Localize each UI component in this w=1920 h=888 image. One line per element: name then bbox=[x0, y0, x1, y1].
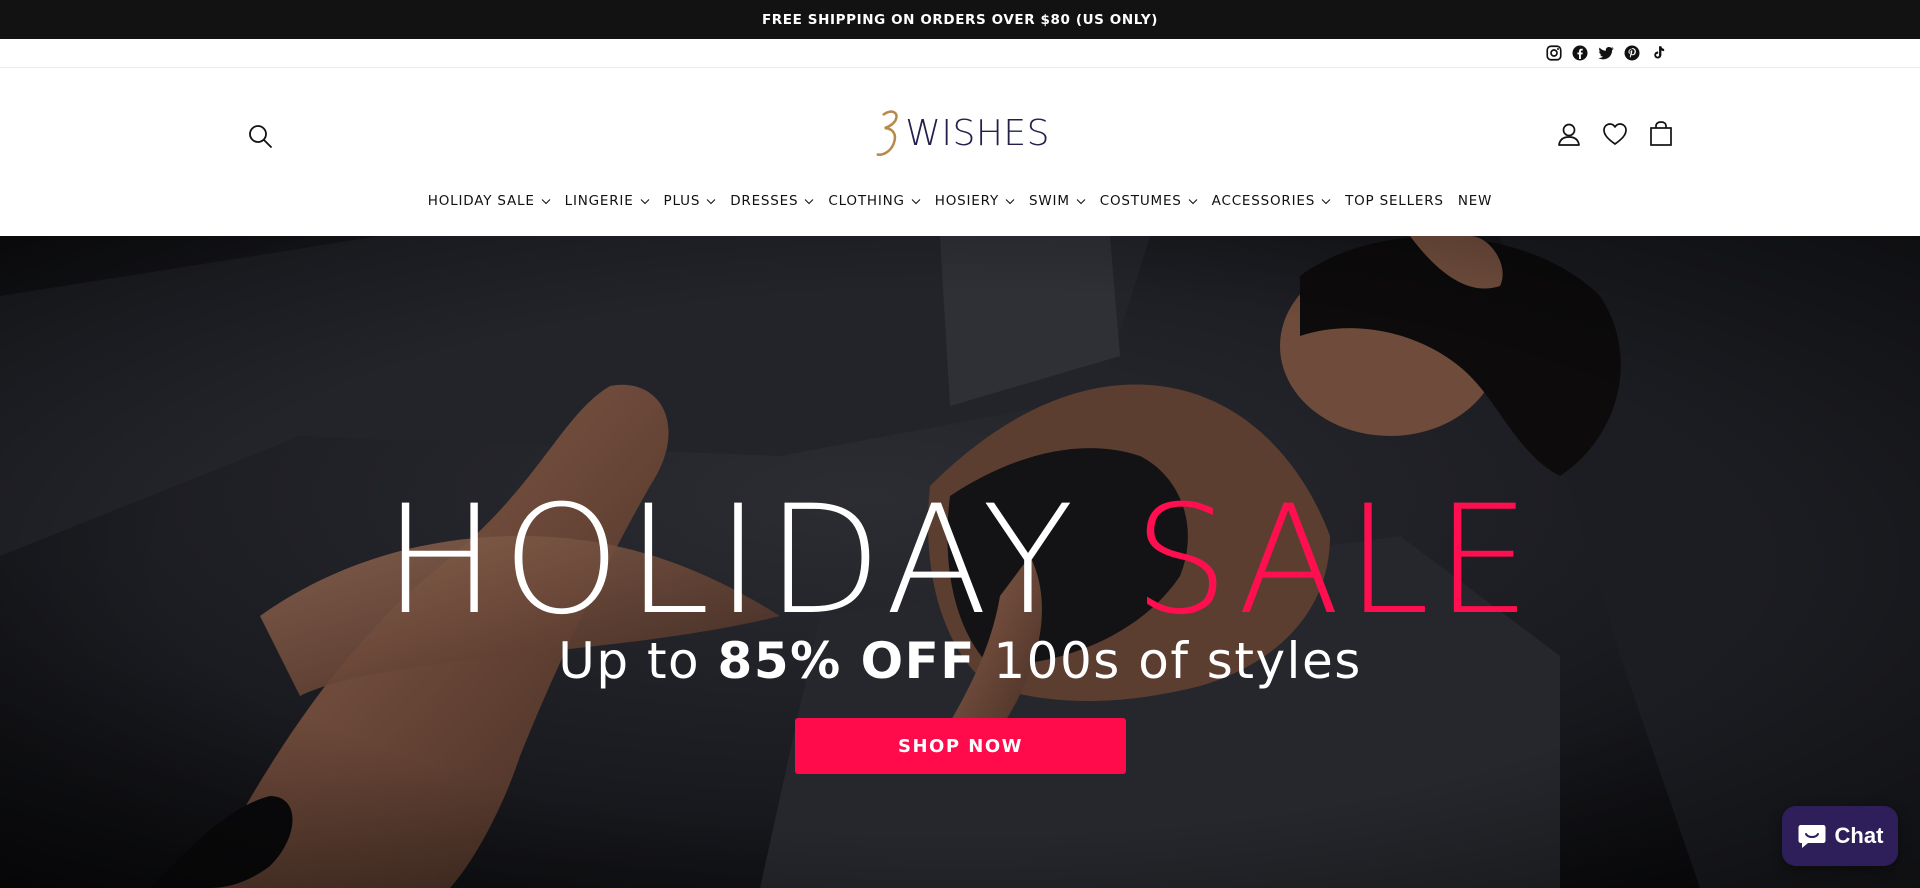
nav-item-clothing[interactable]: CLOTHING bbox=[821, 190, 927, 212]
nav-item-top-sellers[interactable]: TOP SELLERS bbox=[1338, 190, 1451, 212]
site-logo[interactable]: WISHES bbox=[870, 106, 1050, 162]
wishlist-heart-icon[interactable] bbox=[1602, 120, 1628, 148]
hero-title-sale: SALE bbox=[1133, 474, 1537, 648]
shop-now-button[interactable]: SHOP NOW bbox=[795, 718, 1126, 774]
nav-item-plus[interactable]: PLUS bbox=[657, 190, 724, 212]
hero-subtitle-prefix: Up to bbox=[558, 632, 718, 690]
social-icons bbox=[1545, 44, 1667, 62]
nav-item-label: COSTUMES bbox=[1099, 193, 1182, 209]
hero-title: HOLIDAY SALE bbox=[0, 486, 1920, 636]
hero-title-holiday: HOLIDAY bbox=[383, 474, 1134, 648]
nav-item-label: NEW bbox=[1457, 193, 1493, 209]
nav-item-label: PLUS bbox=[663, 193, 701, 209]
main-nav: HOLIDAY SALE LINGERIE PLUS DRESSES CLOTH… bbox=[0, 190, 1920, 212]
nav-item-costumes[interactable]: COSTUMES bbox=[1093, 190, 1205, 212]
chevron-down-icon bbox=[640, 198, 649, 204]
instagram-icon[interactable] bbox=[1545, 44, 1563, 62]
nav-item-new[interactable]: NEW bbox=[1451, 190, 1499, 212]
chevron-down-icon bbox=[1076, 198, 1086, 204]
twitter-icon[interactable] bbox=[1597, 44, 1615, 62]
nav-item-hosiery[interactable]: HOSIERY bbox=[928, 190, 1022, 212]
facebook-icon[interactable] bbox=[1571, 44, 1589, 62]
nav-item-label: DRESSES bbox=[730, 193, 799, 209]
nav-item-dresses[interactable]: DRESSES bbox=[723, 190, 821, 212]
hero-subtitle-suffix: 100s of styles bbox=[975, 632, 1362, 690]
nav-item-accessories[interactable]: ACCESSORIES bbox=[1205, 190, 1338, 212]
chevron-down-icon bbox=[1005, 198, 1015, 204]
tiktok-icon[interactable] bbox=[1649, 44, 1667, 62]
header-icons bbox=[1556, 120, 1674, 148]
nav-item-lingerie[interactable]: LINGERIE bbox=[558, 190, 657, 212]
nav-item-label: TOP SELLERS bbox=[1345, 193, 1444, 209]
nav-item-label: ACCESSORIES bbox=[1211, 193, 1316, 209]
account-icon[interactable] bbox=[1556, 120, 1582, 148]
cart-bag-icon[interactable] bbox=[1648, 120, 1674, 148]
nav-item-label: CLOTHING bbox=[828, 193, 905, 209]
chevron-down-icon bbox=[1188, 198, 1198, 204]
shop-now-label: SHOP NOW bbox=[897, 735, 1023, 757]
chevron-down-icon bbox=[911, 198, 921, 204]
nav-item-swim[interactable]: SWIM bbox=[1022, 190, 1093, 212]
nav-item-label: LINGERIE bbox=[564, 193, 634, 209]
hero-subtitle-discount: 85% OFF bbox=[717, 632, 976, 690]
logo-text: WISHES bbox=[905, 113, 1050, 154]
nav-item-holiday-sale[interactable]: HOLIDAY SALE bbox=[421, 190, 558, 212]
social-bar bbox=[0, 39, 1920, 68]
chevron-down-icon bbox=[541, 198, 551, 204]
site-header: WISHES HOLIDAY SALE LINGERIE PLUS DRESSE… bbox=[0, 68, 1920, 236]
logo-mark bbox=[876, 110, 898, 156]
nav-item-label: HOSIERY bbox=[934, 193, 1000, 209]
chevron-down-icon bbox=[1321, 198, 1331, 204]
chevron-down-icon bbox=[706, 198, 716, 204]
search-icon[interactable] bbox=[246, 122, 274, 150]
pinterest-icon[interactable] bbox=[1623, 44, 1641, 62]
nav-item-label: HOLIDAY SALE bbox=[427, 193, 535, 209]
hero-banner[interactable]: HOLIDAY SALE Up to 85% OFF 100s of style… bbox=[0, 236, 1920, 888]
chat-label: Chat bbox=[1834, 823, 1884, 848]
hero-subtitle: Up to 85% OFF 100s of styles bbox=[0, 632, 1920, 690]
announcement-text: FREE SHIPPING ON ORDERS OVER $80 (US ONL… bbox=[761, 11, 1159, 28]
nav-item-label: SWIM bbox=[1029, 193, 1070, 209]
chat-bubble-icon bbox=[1798, 825, 1826, 848]
chevron-down-icon bbox=[804, 198, 814, 204]
announcement-bar: FREE SHIPPING ON ORDERS OVER $80 (US ONL… bbox=[0, 0, 1920, 39]
chat-button[interactable]: Chat bbox=[1782, 806, 1898, 866]
